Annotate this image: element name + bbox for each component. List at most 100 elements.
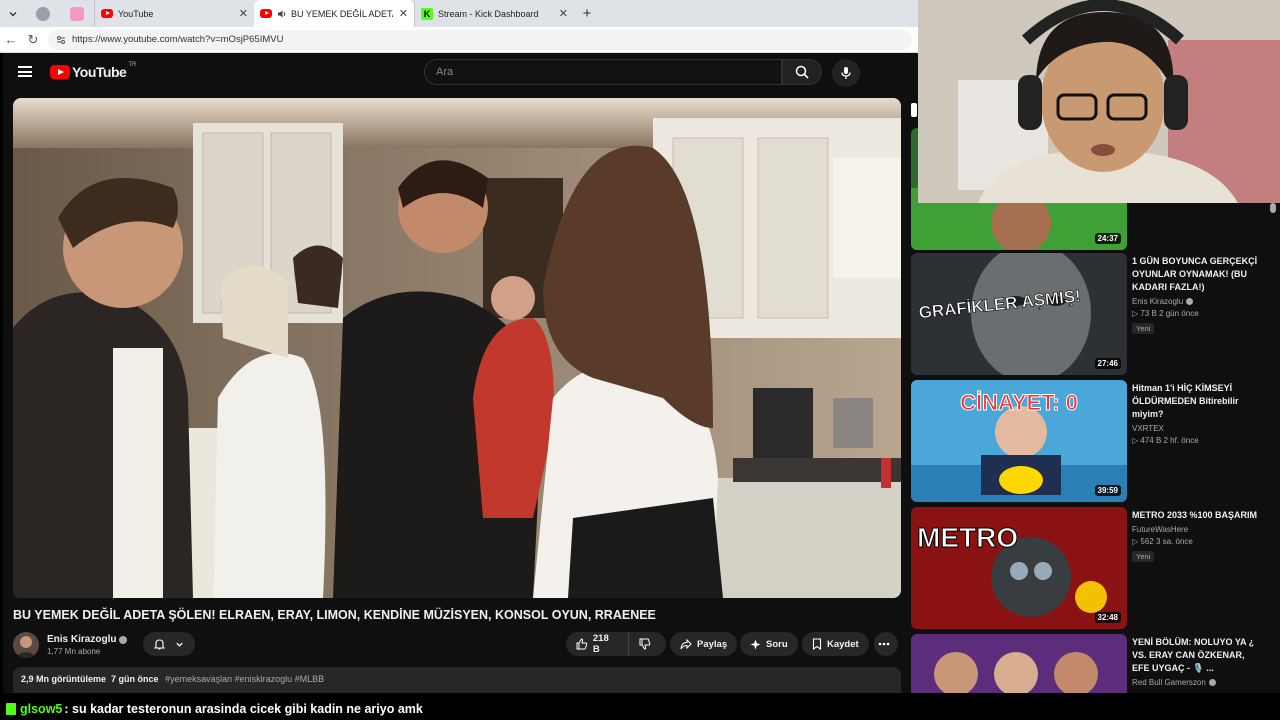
new-badge: Yeni xyxy=(1132,551,1155,562)
bookmark-icon xyxy=(812,638,822,650)
dislike-button[interactable] xyxy=(629,632,666,656)
verified-badge-icon xyxy=(1186,298,1194,305)
tab-youtube[interactable]: YouTube ✕ xyxy=(94,0,254,27)
pinned-tab-2[interactable] xyxy=(60,0,94,27)
youtube-page: YouTube TR Ara BU YEMEK DEĞİL ADETA ŞÖLE… xyxy=(3,53,918,693)
youtube-icon xyxy=(101,8,113,20)
hamburger-menu-icon[interactable] xyxy=(18,66,32,77)
recommendation-stats: ▷ 474 B 2 hf. önce xyxy=(1132,436,1199,445)
duration-badge: 27:46 xyxy=(1094,358,1121,369)
site-info-icon[interactable] xyxy=(56,35,66,45)
share-button[interactable]: Paylaş xyxy=(670,632,738,656)
recommendation-stats: ▷ 562 3 sa. önce xyxy=(1132,537,1193,546)
chat-message: : su kadar testeronun arasinda cicek gib… xyxy=(64,701,423,716)
video-thumbnail[interactable]: METRO 32:48 xyxy=(911,507,1127,629)
share-label: Paylaş xyxy=(697,638,728,650)
channel-avatar[interactable] xyxy=(13,632,39,658)
chevron-down-icon xyxy=(176,642,183,647)
recommendation-item[interactable]: CİNAYET: 0 39:59 Hitman 1'i HİÇ KİMSEYİ … xyxy=(911,380,1267,502)
url-text: https://www.youtube.com/watch?v=mOsjP65I… xyxy=(72,34,284,45)
country-code: TR xyxy=(128,62,137,68)
ask-label: Soru xyxy=(766,638,788,650)
youtube-icon xyxy=(260,8,272,20)
recommendation-channel[interactable]: VXRTEX xyxy=(1132,424,1262,433)
scrollbar-thumb[interactable] xyxy=(1270,203,1276,213)
more-horizontal-icon xyxy=(878,642,889,646)
video-title: BU YEMEK DEĞİL ADETA ŞÖLEN! ELRAEN, ERAY… xyxy=(13,608,656,622)
duration-badge: 24:37 xyxy=(1094,233,1121,244)
chat-badge-icon xyxy=(6,702,16,715)
reload-icon[interactable]: ↻ xyxy=(22,32,44,48)
back-icon[interactable]: ← xyxy=(0,32,22,47)
pinned-tab-1[interactable] xyxy=(26,0,60,27)
save-button[interactable]: Kaydet xyxy=(802,632,869,656)
voice-search-button[interactable] xyxy=(832,59,860,87)
new-tab-button[interactable]: + xyxy=(574,5,600,22)
speaker-icon[interactable] xyxy=(277,9,287,19)
recommendation-channel[interactable]: FutureWasHere xyxy=(1132,525,1262,534)
youtube-logo[interactable]: YouTube TR xyxy=(50,62,137,80)
description-box[interactable]: 2,9 Mn görüntüleme 7 gün önce #yemeksava… xyxy=(13,667,901,693)
channel-info: Enis Kirazoglu 1,77 Mn abone xyxy=(47,634,128,656)
recommendation-title[interactable]: YENİ BÖLÜM: NOLUYO YA ¿ VS. ERAY CAN ÖZK… xyxy=(1132,636,1262,675)
streamer-webcam xyxy=(918,0,1280,203)
search-input[interactable]: Ara xyxy=(424,59,782,85)
search-button[interactable] xyxy=(782,59,822,85)
more-actions-button[interactable] xyxy=(874,632,898,656)
like-dislike-group: 218 B xyxy=(566,632,666,656)
sidebar-scrollbar[interactable] xyxy=(1270,203,1276,683)
duration-badge: 39:59 xyxy=(1094,485,1121,496)
tab-title: Stream - Kick Dashboard xyxy=(438,8,539,19)
recommendation-channel[interactable]: Red Bull Gamerszon xyxy=(1132,678,1206,687)
youtube-play-icon xyxy=(50,65,70,79)
close-tab-icon[interactable]: ✕ xyxy=(399,7,408,20)
recommendation-channel-row: Enis Kirazoglu xyxy=(1132,297,1262,306)
kick-icon: K xyxy=(421,7,433,20)
new-badge: Yeni xyxy=(1132,323,1155,334)
close-tab-icon[interactable]: ✕ xyxy=(559,7,568,20)
recommendation-item[interactable]: GRAFİKLER AŞMIŞ! 27:46 1 GÜN BOYUNCA GER… xyxy=(911,253,1267,375)
recommendation-title[interactable]: Hitman 1'i HİÇ KİMSEYİ ÖLDÜRMEDEN Bitire… xyxy=(1132,382,1262,421)
hashtags[interactable]: #yemeksavaşlan #eniskirazoglu #MLBB xyxy=(165,674,324,684)
pinned-site-icon xyxy=(70,6,84,21)
webcam-overlay xyxy=(918,0,1280,203)
recommendation-meta: METRO 2033 %100 BAŞARIM FutureWasHere ▷ … xyxy=(1132,509,1262,564)
verified-badge-icon xyxy=(119,635,128,644)
logo-text: YouTube xyxy=(72,64,127,80)
chat-username: glsow5 xyxy=(20,701,63,716)
tab-search-dropdown[interactable] xyxy=(0,0,26,27)
share-icon xyxy=(680,638,692,649)
browser-tab-bar: YouTube ✕ BU YEMEK DEĞİL ADETA ŞÖLEN ✕ K… xyxy=(0,0,918,27)
tab-title: YouTube xyxy=(118,8,154,19)
channel-owner: Enis Kirazoglu 1,77 Mn abone xyxy=(13,630,128,660)
view-count: 2,9 Mn görüntüleme xyxy=(21,674,107,684)
recommendation-stats: ▷ 73 B 2 gün önce xyxy=(1132,309,1199,318)
thumbs-down-icon xyxy=(639,638,651,650)
recommendation-item[interactable]: METRO 32:48 METRO 2033 %100 BAŞARIM Futu… xyxy=(911,507,1267,629)
notification-bell-button[interactable] xyxy=(143,632,195,656)
video-thumbnail[interactable]: GRAFİKLER AŞMIŞ! 27:46 xyxy=(911,253,1127,375)
stream-chat-bar: glsow5 : su kadar testeronun arasinda ci… xyxy=(0,697,1280,720)
close-tab-icon[interactable]: ✕ xyxy=(239,7,248,20)
channel-name: Enis Kirazoglu xyxy=(47,634,117,645)
recommendation-title[interactable]: 1 GÜN BOYUNCA GERÇEKÇİ OYUNLAR OYNAMAK! … xyxy=(1132,255,1262,294)
recommendation-item[interactable]: YENİ BÖLÜM: NOLUYO YA ¿ VS. ERAY CAN ÖZK… xyxy=(911,634,1267,693)
recommendation-channel[interactable]: Enis Kirazoglu xyxy=(1132,297,1183,306)
chevron-down-icon xyxy=(9,11,17,16)
channel-name-row[interactable]: Enis Kirazoglu xyxy=(47,634,128,645)
recommendation-title[interactable]: METRO 2033 %100 BAŞARIM xyxy=(1132,509,1262,522)
video-player[interactable] xyxy=(13,98,901,598)
url-field[interactable]: https://www.youtube.com/watch?v=mOsjP65I… xyxy=(48,29,912,50)
tab-current-video[interactable]: BU YEMEK DEĞİL ADETA ŞÖLEN ✕ xyxy=(254,0,414,27)
masthead: YouTube TR Ara xyxy=(3,53,918,91)
sidebar-chip-edge xyxy=(911,103,917,117)
upload-age: 7 gün önce xyxy=(111,674,159,684)
video-thumbnail[interactable]: CİNAYET: 0 39:59 xyxy=(911,380,1127,502)
ask-button[interactable]: Soru xyxy=(740,632,798,656)
tab-kick-dashboard[interactable]: K Stream - Kick Dashboard ✕ xyxy=(414,0,574,27)
like-button[interactable]: 218 B xyxy=(566,632,629,656)
video-thumbnail[interactable] xyxy=(911,634,1127,693)
address-bar: ← ↻ https://www.youtube.com/watch?v=mOsj… xyxy=(0,27,918,53)
thumbnail-caption: METRO xyxy=(917,522,1018,553)
subscriber-count: 1,77 Mn abone xyxy=(47,647,101,656)
